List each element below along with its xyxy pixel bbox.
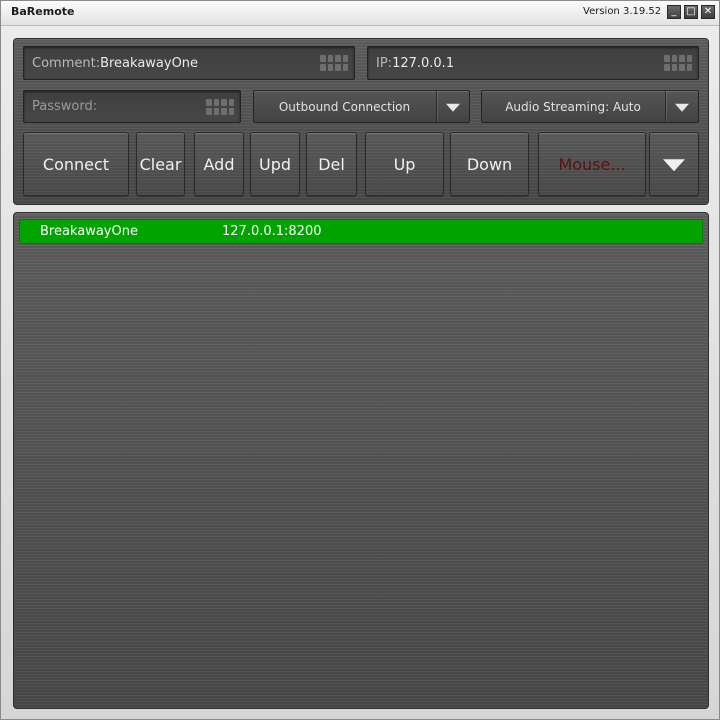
delete-button[interactable]: Del [306, 132, 357, 196]
keyboard-icon[interactable] [206, 98, 234, 115]
title-bar[interactable]: BaRemote Version 3.19.52 _ □ ✕ [1, 1, 719, 26]
chevron-down-icon [675, 103, 689, 112]
move-up-button[interactable]: Up [365, 132, 444, 196]
minimize-button[interactable]: _ [667, 5, 681, 19]
password-field[interactable]: Password: [23, 90, 241, 123]
ip-prefix: IP: [376, 55, 393, 71]
password-placeholder: Password: [32, 99, 98, 114]
list-item[interactable]: BreakawayOne 127.0.0.1:8200 [19, 219, 703, 244]
mouse-button[interactable]: Mouse... [538, 132, 646, 196]
comment-field[interactable]: Comment: BreakawayOne [23, 46, 355, 80]
connection-address: 127.0.0.1:8200 [222, 224, 322, 239]
connection-mode-value: Outbound Connection [278, 99, 411, 114]
connection-list[interactable] [13, 212, 709, 709]
audio-streaming-arrow[interactable] [665, 91, 698, 122]
window-title: BaRemote [11, 5, 75, 18]
close-button[interactable]: ✕ [701, 5, 715, 19]
connection-mode-dropdown[interactable]: Outbound Connection [253, 90, 470, 123]
keyboard-icon[interactable] [664, 55, 692, 71]
keyboard-icon[interactable] [320, 55, 348, 71]
maximize-button[interactable]: □ [684, 5, 698, 19]
chevron-down-icon [446, 103, 460, 112]
menu-button[interactable] [649, 132, 699, 196]
audio-streaming-value: Audio Streaming: Auto [505, 99, 641, 114]
audio-streaming-dropdown[interactable]: Audio Streaming: Auto [481, 90, 699, 123]
update-button[interactable]: Upd [250, 132, 300, 196]
comment-value: BreakawayOne [100, 55, 199, 71]
comment-prefix: Comment: [32, 55, 101, 71]
version-label: Version 3.19.52 [583, 6, 662, 17]
connection-mode-arrow[interactable] [436, 91, 469, 122]
connection-name: BreakawayOne [40, 224, 138, 239]
clear-button[interactable]: Clear [136, 132, 185, 196]
ip-value: 127.0.0.1 [392, 55, 455, 71]
ip-field[interactable]: IP: 127.0.0.1 [367, 46, 699, 80]
chevron-down-icon [663, 159, 685, 172]
connect-button[interactable]: Connect [23, 132, 129, 196]
app-window: BaRemote Version 3.19.52 _ □ ✕ Comment: … [0, 0, 720, 720]
move-down-button[interactable]: Down [450, 132, 529, 196]
add-button[interactable]: Add [194, 132, 244, 196]
